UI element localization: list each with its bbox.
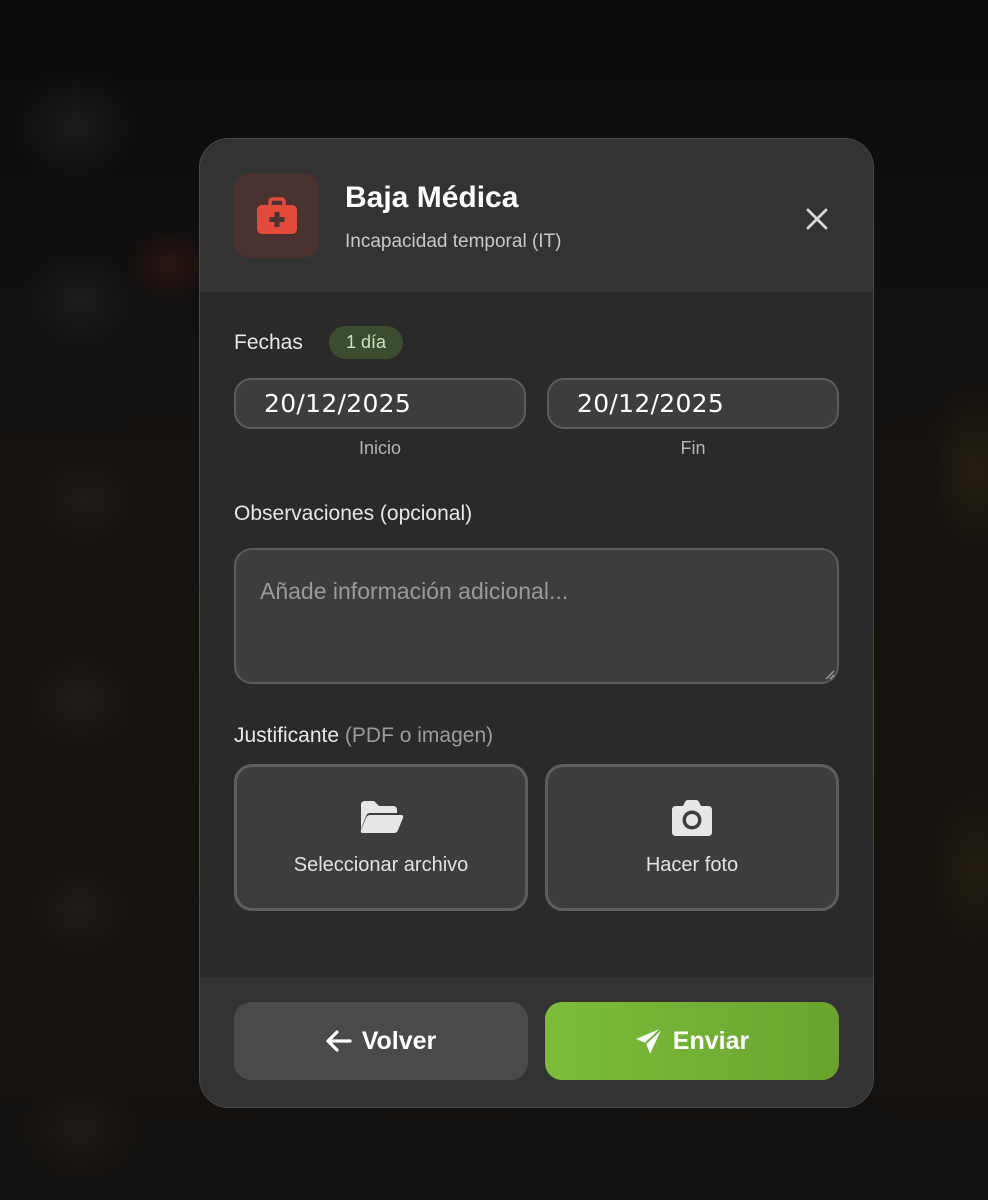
modal-subtitle: Incapacidad temporal (IT) <box>345 231 562 252</box>
resize-handle-icon[interactable] <box>823 668 835 680</box>
send-button-label: Enviar <box>672 1026 750 1055</box>
sick-leave-modal: Baja Médica Incapacidad temporal (IT) Fe… <box>199 138 874 1108</box>
arrow-left-icon <box>326 1030 352 1052</box>
observations-textarea[interactable]: Añade información adicional... <box>234 548 839 684</box>
observations-placeholder: Añade información adicional... <box>260 578 569 604</box>
folder-open-icon <box>360 801 404 833</box>
modal-title: Baja Médica <box>345 181 519 214</box>
modal-body: Fechas 1 día 20/12/2025 Inicio 20/12/202… <box>200 292 873 979</box>
camera-icon <box>672 800 712 836</box>
start-date-caption: Inicio <box>358 438 402 458</box>
modal-footer: Volver Enviar <box>200 977 873 1107</box>
attachment-label-text: Justificante <box>234 724 340 747</box>
close-button[interactable] <box>803 205 831 233</box>
back-button[interactable]: Volver <box>234 1002 528 1080</box>
attachment-label: Justificante (PDF o imagen) <box>234 724 493 748</box>
start-date-input[interactable]: 20/12/2025 <box>234 378 526 429</box>
back-button-label: Volver <box>361 1026 437 1055</box>
duration-badge: 1 día <box>329 326 404 359</box>
modal-header: Baja Médica Incapacidad temporal (IT) <box>200 139 873 292</box>
select-file-button[interactable]: Seleccionar archivo <box>234 764 528 911</box>
select-file-label: Seleccionar archivo <box>293 854 469 876</box>
close-icon <box>806 208 828 230</box>
observations-label: Observaciones (opcional) <box>234 502 473 525</box>
medical-kit-icon <box>234 173 319 258</box>
take-photo-label: Hacer foto <box>645 854 739 876</box>
end-date-caption: Fin <box>680 438 706 458</box>
end-date-input[interactable]: 20/12/2025 <box>547 378 839 429</box>
take-photo-button[interactable]: Hacer foto <box>545 764 839 911</box>
send-button[interactable]: Enviar <box>545 1002 839 1080</box>
attachment-hint: (PDF o imagen) <box>344 724 494 747</box>
paper-plane-icon <box>635 1027 663 1054</box>
dates-label: Fechas <box>234 331 303 354</box>
